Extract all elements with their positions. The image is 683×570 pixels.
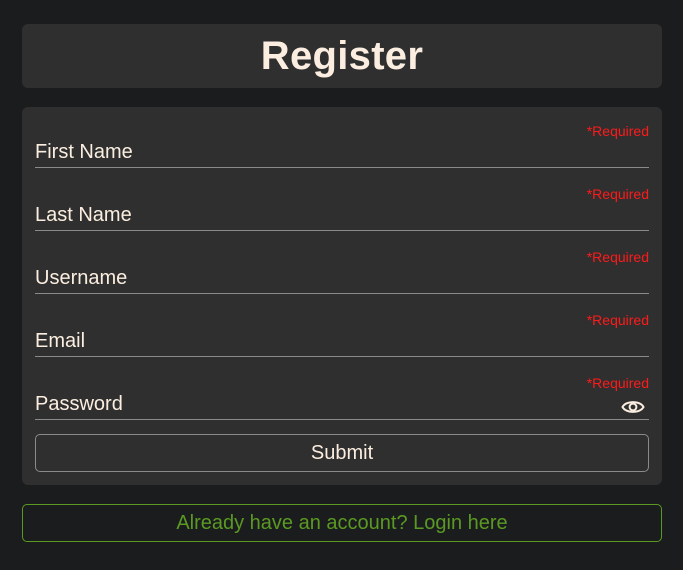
last-name-group: *Required: [35, 174, 649, 237]
eye-icon[interactable]: [621, 397, 645, 417]
first-name-input[interactable]: [35, 141, 649, 168]
last-name-input[interactable]: [35, 204, 649, 231]
title-card: Register: [22, 24, 662, 88]
register-form: *Required *Required *Required *Required …: [22, 107, 662, 485]
username-group: *Required: [35, 237, 649, 300]
submit-button[interactable]: Submit: [35, 434, 649, 472]
required-label: *Required: [586, 312, 649, 328]
first-name-group: *Required: [35, 111, 649, 174]
password-group: *Required: [35, 363, 649, 426]
required-label: *Required: [586, 123, 649, 139]
required-label: *Required: [586, 249, 649, 265]
email-group: *Required: [35, 300, 649, 363]
page-title: Register: [260, 33, 424, 78]
required-label: *Required: [586, 375, 649, 391]
required-label: *Required: [586, 186, 649, 202]
login-link[interactable]: Already have an account? Login here: [22, 504, 662, 542]
password-input[interactable]: [35, 393, 649, 420]
email-input[interactable]: [35, 330, 649, 357]
username-input[interactable]: [35, 267, 649, 294]
